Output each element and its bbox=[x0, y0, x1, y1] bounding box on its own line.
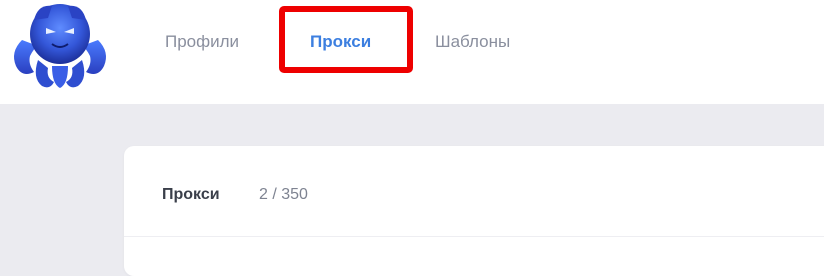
proxy-count: 2 / 350 bbox=[259, 186, 308, 203]
card-divider bbox=[124, 236, 824, 237]
tab-proxy[interactable]: Прокси bbox=[310, 31, 371, 53]
tab-profiles[interactable]: Профили bbox=[165, 31, 239, 53]
tab-templates[interactable]: Шаблоны bbox=[435, 31, 510, 53]
proxy-list-card: Прокси 2 / 350 bbox=[124, 146, 824, 276]
app-header: Профили Прокси Шаблоны bbox=[0, 0, 824, 104]
octopus-logo-icon[interactable] bbox=[8, 0, 112, 92]
card-title: Прокси bbox=[162, 186, 220, 203]
